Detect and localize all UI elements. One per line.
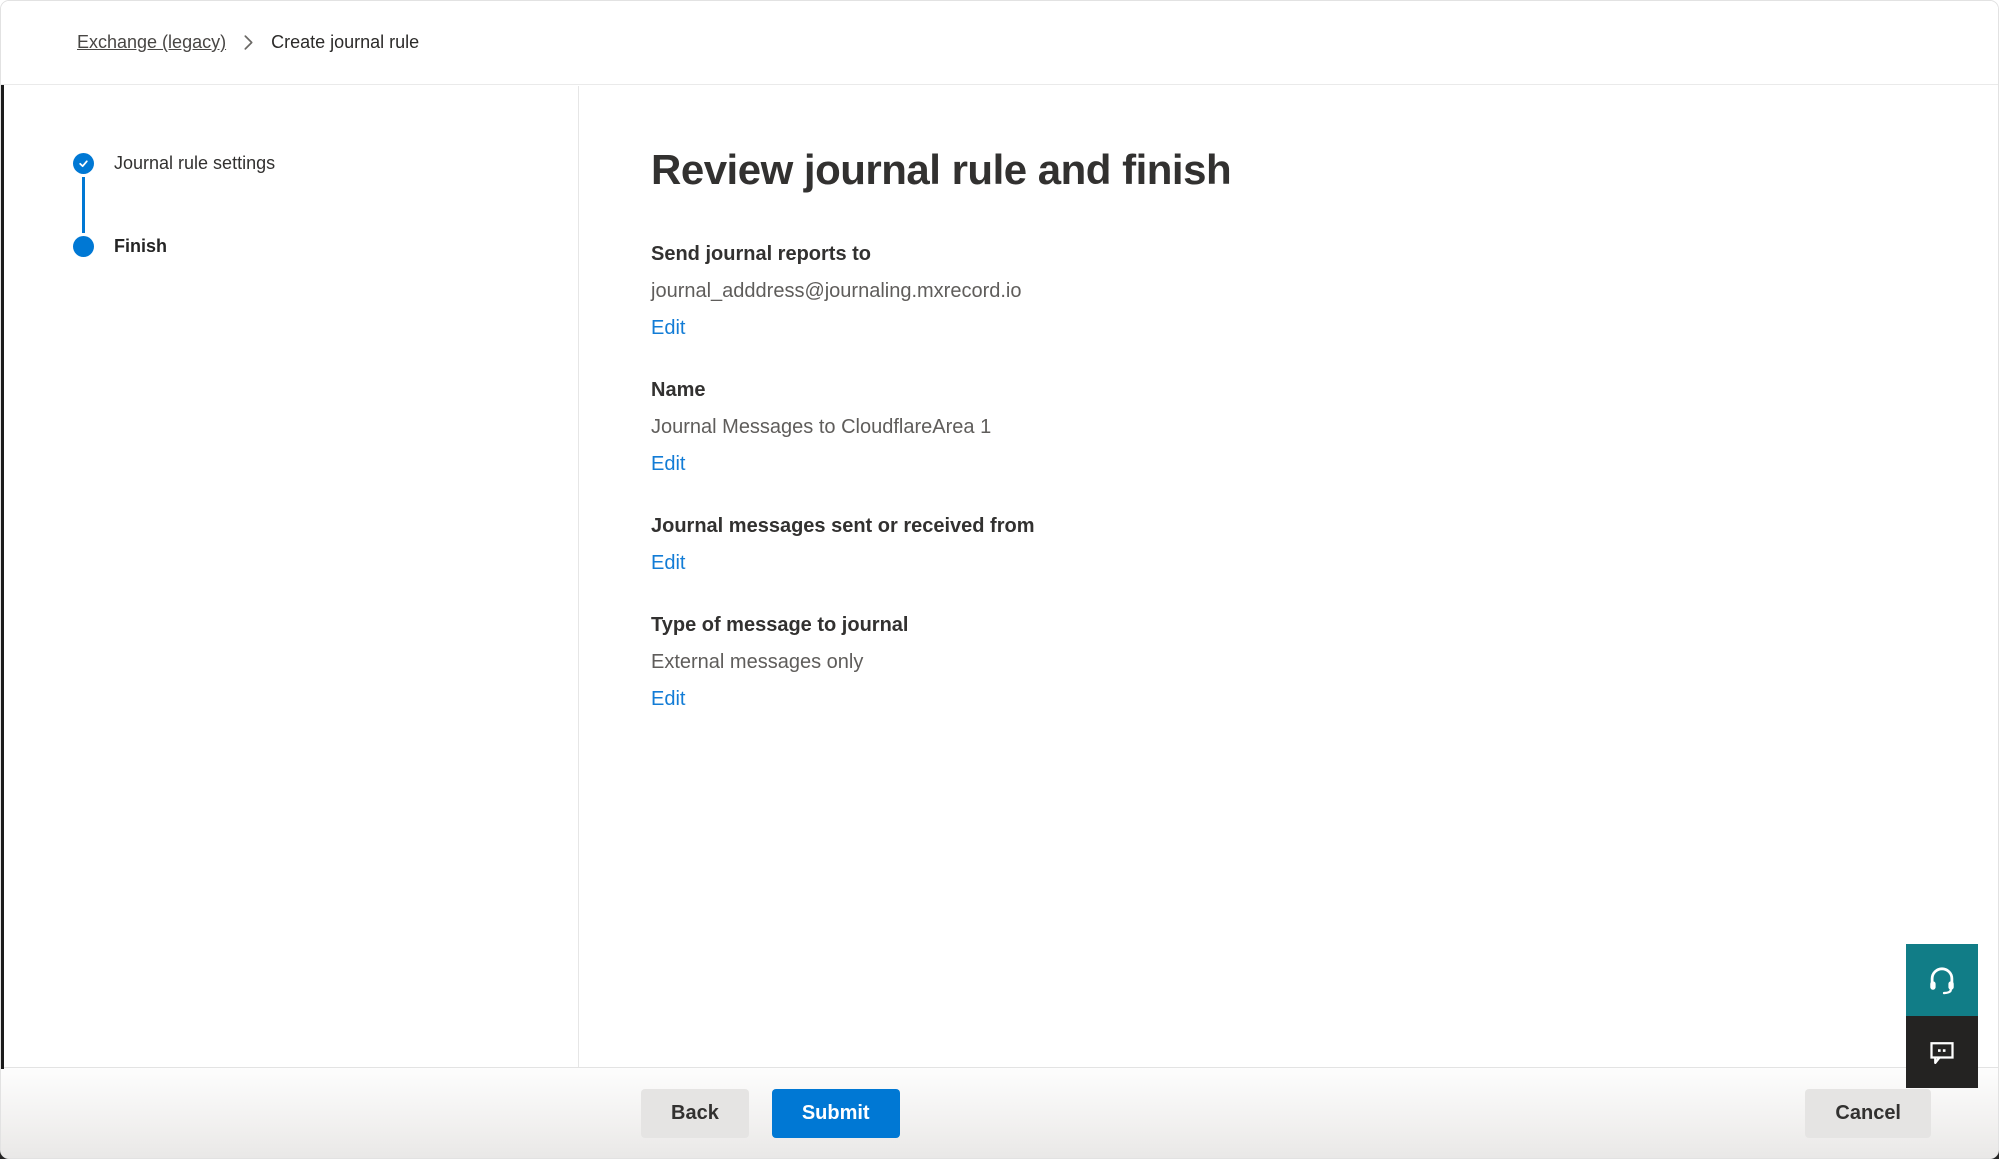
breadcrumb-exchange-legacy[interactable]: Exchange (legacy) bbox=[77, 32, 226, 53]
section-type-of-message: Type of message to journal External mess… bbox=[651, 607, 1998, 718]
help-support-button[interactable] bbox=[1906, 944, 1978, 1016]
page-title: Review journal rule and finish bbox=[651, 146, 1998, 194]
step-connector-line bbox=[82, 177, 85, 233]
section-value: Journal Messages to CloudflareArea 1 bbox=[651, 409, 1998, 446]
section-label: Journal messages sent or received from bbox=[651, 508, 1998, 545]
section-label: Name bbox=[651, 372, 1998, 409]
wizard-steps-panel: Journal rule settings Finish bbox=[4, 86, 579, 1067]
section-label: Type of message to journal bbox=[651, 607, 1998, 644]
left-edge-strip bbox=[1, 85, 4, 1069]
section-name: Name Journal Messages to CloudflareArea … bbox=[651, 372, 1998, 483]
headset-icon bbox=[1926, 964, 1958, 996]
step-finish[interactable]: Finish bbox=[73, 236, 578, 257]
edit-name-link[interactable]: Edit bbox=[651, 446, 685, 483]
edit-send-journal-reports-link[interactable]: Edit bbox=[651, 310, 685, 347]
section-value: journal_adddress@journaling.mxrecord.io bbox=[651, 273, 1998, 310]
step-label: Journal rule settings bbox=[114, 153, 275, 174]
section-journal-messages-scope: Journal messages sent or received from E… bbox=[651, 508, 1998, 582]
chat-icon bbox=[1927, 1037, 1957, 1067]
exchange-admin-window: Exchange (legacy) Create journal rule Jo… bbox=[0, 0, 1999, 1159]
back-button[interactable]: Back bbox=[641, 1089, 749, 1138]
section-value: External messages only bbox=[651, 644, 1998, 681]
step-label: Finish bbox=[114, 236, 167, 257]
edit-type-of-message-link[interactable]: Edit bbox=[651, 681, 685, 718]
breadcrumb: Exchange (legacy) Create journal rule bbox=[1, 1, 1998, 85]
submit-button[interactable]: Submit bbox=[772, 1089, 900, 1138]
feedback-button[interactable] bbox=[1906, 1016, 1978, 1088]
step-journal-rule-settings[interactable]: Journal rule settings bbox=[73, 153, 578, 174]
footer-action-bar: Back Submit Cancel bbox=[1, 1067, 1998, 1158]
cancel-button[interactable]: Cancel bbox=[1805, 1089, 1931, 1138]
step-current-dot-icon bbox=[73, 236, 94, 257]
review-content: Review journal rule and finish Send jour… bbox=[580, 86, 1998, 1067]
chevron-right-icon bbox=[243, 34, 254, 51]
breadcrumb-create-journal-rule: Create journal rule bbox=[271, 32, 419, 53]
edit-journal-messages-link[interactable]: Edit bbox=[651, 545, 685, 582]
section-send-journal-reports-to: Send journal reports to journal_adddress… bbox=[651, 236, 1998, 347]
section-label: Send journal reports to bbox=[651, 236, 1998, 273]
step-completed-check-icon bbox=[73, 153, 94, 174]
